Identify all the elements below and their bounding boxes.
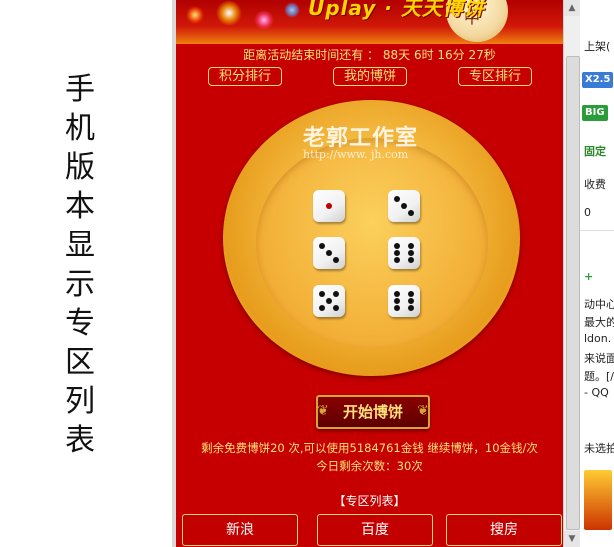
firework-icon xyxy=(216,0,242,26)
die-pip xyxy=(394,291,400,297)
firework-icon xyxy=(284,2,300,18)
zone-button-baidu[interactable]: 百度 xyxy=(317,514,433,546)
bg-badge: BIG xyxy=(582,105,608,121)
vertical-caption: 手 机 版 本 显 示 专 区 列 表 xyxy=(60,70,100,460)
die-pip xyxy=(408,257,414,263)
die-pip xyxy=(408,210,414,216)
ranking-tabs: 积分排行 我的博饼 专区排行 xyxy=(176,67,563,87)
bg-text: 固定 xyxy=(584,145,606,158)
die-pip xyxy=(408,250,414,256)
bg-text: 最大的 xyxy=(584,316,614,329)
bg-text: 0 xyxy=(584,206,591,219)
bg-text: 动中心 xyxy=(584,298,614,311)
die-pip xyxy=(408,305,414,311)
tab-zone-ranking[interactable]: 专区排行 xyxy=(458,67,532,86)
bg-text: 来说面 xyxy=(584,352,614,365)
ornament-left-icon: ❦ xyxy=(317,403,329,419)
caption-char: 表 xyxy=(65,423,95,458)
bg-ad-image xyxy=(584,470,612,530)
die xyxy=(313,285,345,317)
bg-text: - QQ xyxy=(584,386,609,399)
caption-char: 区 xyxy=(65,345,95,380)
ornament-right-icon: ❦ xyxy=(417,403,429,419)
mobile-page: 中 Uplay · 天天博饼 距离活动结束时间还有 ： 88天 6时 16分 2… xyxy=(176,0,563,547)
die-pip xyxy=(326,203,332,209)
scroll-down-icon[interactable]: ▼ xyxy=(564,531,580,547)
die-pip xyxy=(394,305,400,311)
zone-button-sina[interactable]: 新浪 xyxy=(182,514,298,546)
die-pip xyxy=(319,305,325,311)
countdown-text: 距离活动结束时间还有 ： 88天 6时 16分 27秒 xyxy=(243,48,496,62)
caption-char: 版 xyxy=(65,150,95,185)
bg-text: 收费 xyxy=(584,178,606,191)
daily-remaining: 今日剩余次数：30次 xyxy=(316,459,423,473)
die-pip xyxy=(326,298,332,304)
die-pip xyxy=(394,196,400,202)
remaining-info: 剩余免费博饼20 次,可以使用5184761金钱 继续博饼，10金钱/次 xyxy=(201,441,538,455)
zone-button-soufun[interactable]: 搜房 xyxy=(446,514,562,546)
firework-icon xyxy=(186,6,204,24)
die-pip xyxy=(408,243,414,249)
die-pip xyxy=(333,291,339,297)
caption-char: 机 xyxy=(65,111,95,146)
die-pip xyxy=(394,298,400,304)
banner: 中 Uplay · 天天博饼 xyxy=(176,0,563,44)
scroll-up-icon[interactable]: ▲ xyxy=(564,0,580,16)
caption-char: 示 xyxy=(65,267,95,302)
firework-icon xyxy=(254,10,274,30)
scroll-thumb[interactable] xyxy=(566,56,580,530)
die xyxy=(313,237,345,269)
caption-char: 专 xyxy=(65,306,95,341)
start-bobing-button[interactable]: ❦ 开始博饼 ❦ xyxy=(316,395,430,429)
die-pip xyxy=(319,291,325,297)
die-pip xyxy=(326,250,332,256)
bg-badge: X2.5 xyxy=(582,72,614,88)
die-pip xyxy=(408,291,414,297)
bg-text: 题。[/ xyxy=(584,370,614,383)
bg-divider xyxy=(580,230,614,231)
die xyxy=(388,237,420,269)
watermark-url: http://www. jh.com xyxy=(303,148,409,161)
zone-list-title: 【专区列表】 xyxy=(333,494,406,508)
die xyxy=(388,190,420,222)
die-pip xyxy=(319,243,325,249)
caption-char: 显 xyxy=(65,228,95,263)
die-pip xyxy=(401,203,407,209)
plus-icon: + xyxy=(584,270,594,283)
die xyxy=(388,285,420,317)
tab-my-bobing[interactable]: 我的博饼 xyxy=(333,67,407,86)
background-page: 上架( X2.5 BIG 固定 收费 0 + 动中心 最大的 ldon. 来说面… xyxy=(580,0,614,547)
die-pip xyxy=(408,298,414,304)
banner-title: Uplay · 天天博饼 xyxy=(308,0,485,20)
vertical-scrollbar[interactable]: ▲ ▼ xyxy=(563,0,580,547)
bg-text: 上架( xyxy=(584,40,611,53)
bg-text: 未选拍 xyxy=(584,442,614,455)
bg-text: ldon. xyxy=(584,332,612,345)
die-pip xyxy=(394,250,400,256)
die-pip xyxy=(333,257,339,263)
die xyxy=(313,190,345,222)
die-pip xyxy=(394,243,400,249)
tab-score-ranking[interactable]: 积分排行 xyxy=(208,67,282,86)
die-pip xyxy=(394,257,400,263)
die-pip xyxy=(333,305,339,311)
start-button-label: 开始博饼 xyxy=(342,403,403,421)
dice-bowl-inner xyxy=(256,138,488,348)
caption-char: 列 xyxy=(65,384,95,419)
caption-char: 本 xyxy=(65,189,95,224)
caption-char: 手 xyxy=(65,72,95,107)
